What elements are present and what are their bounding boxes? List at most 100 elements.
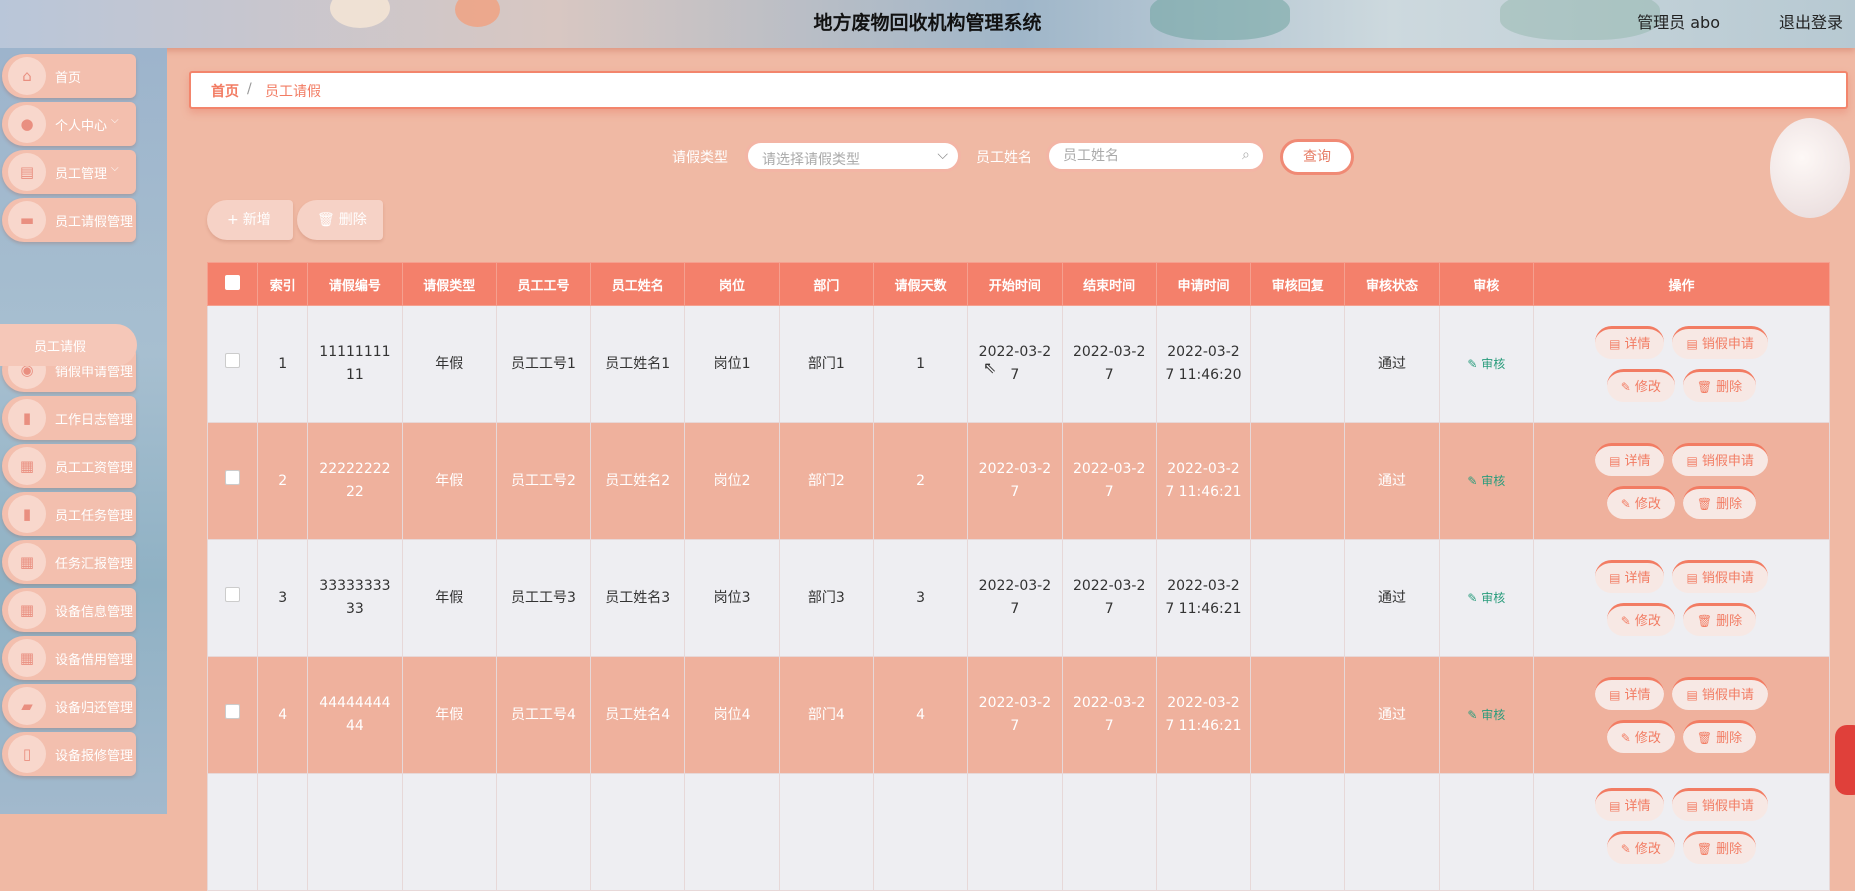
sidebar-item[interactable]: ▦ 员工工资管理 — [2, 444, 136, 488]
detail-button[interactable]: ▤ 详情 — [1595, 677, 1665, 710]
cell-reply — [1250, 305, 1346, 423]
cancel-leave-button[interactable]: ▤ 销假申请 — [1672, 560, 1768, 593]
employee-name-label: 员工姓名 — [976, 150, 1032, 166]
cell-type: 年假 — [401, 539, 497, 657]
query-button[interactable]: 查询 — [1280, 139, 1354, 175]
sidebar-item[interactable]: ▯ 设备报修管理 — [2, 732, 136, 776]
audit-link[interactable]: ✎ 审核 — [1467, 708, 1505, 722]
row-checkbox[interactable] — [225, 352, 241, 368]
edit-button-label: 修改 — [1634, 497, 1661, 512]
sidebar-item-label: 设备报修管理 — [55, 749, 134, 764]
sidebar-item[interactable]: ● 个人中心 ⌵ — [2, 102, 136, 146]
sidebar-item[interactable]: ▤ 员工管理 ⌵ — [2, 150, 136, 194]
cell-status: 通过 — [1344, 422, 1440, 540]
audit-link[interactable]: ✎ 审核 — [1467, 591, 1505, 605]
cell-emp-no — [495, 773, 592, 891]
table-row: 3 3333333333 年假 员工工号3 员工姓名3 岗位3 部门3 3 2022-03-27… — [206, 539, 1831, 657]
cancel-leave-button[interactable]: ▤ 销假申请 — [1672, 443, 1768, 476]
document-icon: ▤ — [1686, 571, 1698, 585]
sidebar-item[interactable]: ▰ 设备归还管理 — [2, 684, 136, 728]
row-checkbox[interactable] — [225, 469, 241, 485]
column-header: 结束时间 — [1061, 262, 1157, 306]
cell-index: 1 — [257, 305, 309, 423]
trash-icon: 🗑 — [1696, 614, 1713, 628]
detail-button[interactable]: ▤ 详情 — [1595, 443, 1665, 476]
cell-emp-no: 员工工号2 — [495, 422, 592, 540]
cell-code: 1111111111 — [307, 305, 403, 423]
sidebar-item[interactable]: ▮ 员工任务管理 — [2, 492, 136, 536]
select-all-checkbox[interactable] — [225, 274, 241, 290]
table-row: ▤ 详情 ▤ 销假申请 ✎ 修改 🗑 删除 — [206, 773, 1831, 891]
sidebar-item[interactable]: ▬ 员工请假管理 — [2, 198, 136, 242]
submenu-item-leave[interactable]: 员工请假 — [0, 324, 137, 366]
employee-name-input[interactable] — [1046, 140, 1266, 172]
column-header: 审核 — [1438, 262, 1534, 306]
chevron-down-icon: ⌵ — [111, 163, 119, 174]
column-header: 审核回复 — [1250, 262, 1346, 306]
breadcrumb-home[interactable]: 首页 — [211, 81, 239, 101]
cell-index: 4 — [257, 656, 309, 774]
row-delete-button[interactable]: 🗑 删除 — [1682, 831, 1757, 864]
delete-button[interactable]: 🗑 删除 — [297, 200, 383, 240]
pencil-icon: ✎ — [1620, 497, 1631, 511]
edit-button[interactable]: ✎ 修改 — [1606, 720, 1675, 753]
user-role: 管理员 abo — [1637, 13, 1720, 32]
sidebar-item-label: 设备归还管理 — [55, 701, 134, 716]
sidebar-item[interactable]: ▦ 任务汇报管理 — [2, 540, 136, 584]
edit-icon: ✎ — [1467, 590, 1482, 605]
cell-post: 岗位2 — [684, 422, 780, 540]
pencil-icon: ✎ — [1620, 842, 1631, 856]
cancel-leave-button[interactable]: ▤ 销假申请 — [1672, 326, 1768, 359]
add-button[interactable]: + 新增 — [207, 200, 293, 240]
cell-status: 通过 — [1344, 656, 1440, 774]
row-delete-button-label: 删除 — [1716, 380, 1743, 395]
detail-button[interactable]: ▤ 详情 — [1595, 560, 1665, 593]
row-checkbox[interactable] — [225, 703, 241, 719]
sidebar-item[interactable]: ▮ 工作日志管理 — [2, 396, 136, 440]
document-icon: ▤ — [1609, 454, 1621, 468]
document-icon: ▤ — [1609, 571, 1621, 585]
column-header: 操作 — [1532, 262, 1831, 306]
top-bar: 地方废物回收机构管理系统 管理员 abo 退出登录 — [0, 0, 1855, 48]
row-delete-button[interactable]: 🗑 删除 — [1682, 603, 1757, 636]
sidebar-item[interactable]: ⌂ 首页 — [2, 54, 136, 98]
row-delete-button[interactable]: 🗑 删除 — [1682, 369, 1757, 402]
edit-button[interactable]: ✎ 修改 — [1606, 369, 1675, 402]
cell-start: 2022-03-27 — [967, 656, 1063, 774]
leave-type-select[interactable]: 请选择请假类型 ⌵ — [745, 140, 961, 172]
sidebar-item[interactable]: ▦ 设备借用管理 — [2, 636, 136, 680]
cell-operations: ▤ 详情 ▤ 销假申请 ✎ 修改 🗑 删除 — [1532, 656, 1831, 774]
cell-end: 2022-03-27 — [1061, 539, 1157, 657]
edit-button[interactable]: ✎ 修改 — [1606, 486, 1675, 519]
cell-operations: ▤ 详情 ▤ 销假申请 ✎ 修改 🗑 删除 — [1532, 773, 1831, 891]
column-header[interactable] — [206, 262, 259, 306]
clipboard-icon: ▮ — [8, 495, 46, 533]
decoration — [1835, 725, 1855, 795]
column-header: 审核状态 — [1344, 262, 1440, 306]
cell-apply: 2022-03-27 11:46:21 — [1155, 422, 1252, 540]
cancel-leave-button[interactable]: ▤ 销假申请 — [1672, 677, 1768, 710]
cancel-leave-button[interactable]: ▤ 销假申请 — [1672, 788, 1768, 821]
logout-link[interactable]: 退出登录 — [1779, 9, 1843, 33]
mouse-cursor-icon: ⇖ — [983, 358, 997, 377]
edit-button[interactable]: ✎ 修改 — [1606, 831, 1675, 864]
audit-link[interactable]: ✎ 审核 — [1467, 474, 1505, 488]
cell-operations: ▤ 详情 ▤ 销假申请 ✎ 修改 🗑 删除 — [1532, 539, 1831, 657]
cell-dept — [778, 773, 874, 891]
row-delete-button[interactable]: 🗑 删除 — [1682, 486, 1757, 519]
audit-link-label: 审核 — [1481, 590, 1506, 605]
detail-button[interactable]: ▤ 详情 — [1595, 788, 1665, 821]
trash-icon: 🗑 — [1696, 497, 1713, 511]
row-checkbox[interactable] — [225, 586, 241, 602]
row-delete-button[interactable]: 🗑 删除 — [1682, 720, 1757, 753]
breadcrumb-separator: / — [247, 81, 252, 97]
detail-button-label: 详情 — [1624, 337, 1651, 352]
detail-button[interactable]: ▤ 详情 — [1595, 326, 1665, 359]
audit-link[interactable]: ✎ 审核 — [1467, 357, 1505, 371]
document-icon: ▤ — [1609, 799, 1621, 813]
edit-button[interactable]: ✎ 修改 — [1606, 603, 1675, 636]
cell-type: 年假 — [401, 656, 497, 774]
cell-code — [307, 773, 403, 891]
sidebar-item[interactable]: ▦ 设备信息管理 — [2, 588, 136, 632]
audit-link-label: 审核 — [1481, 707, 1506, 722]
